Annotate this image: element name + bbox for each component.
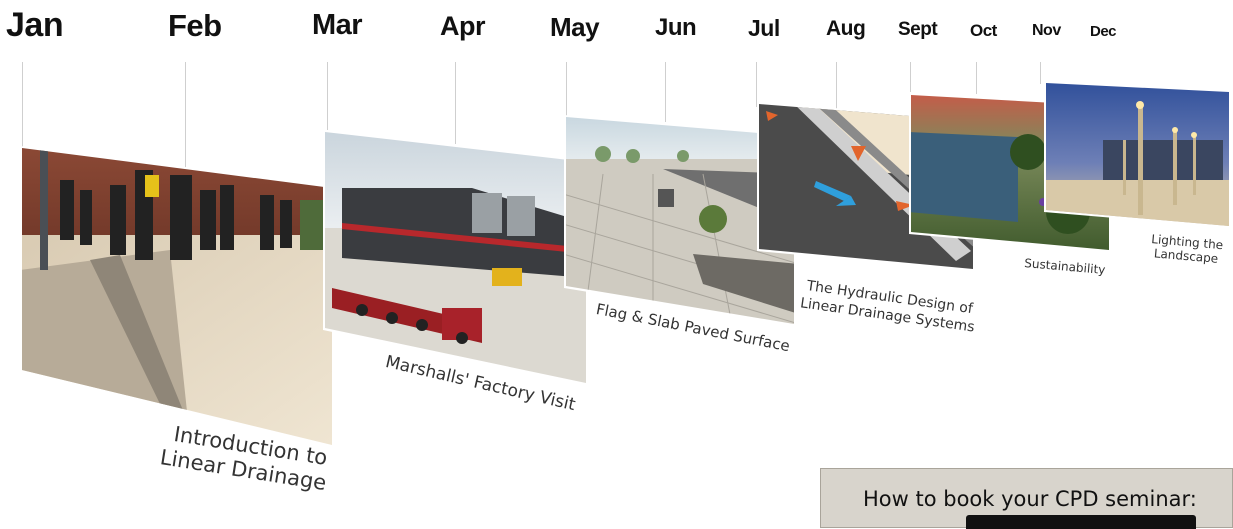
photo-lighting-landscape (1044, 81, 1231, 228)
month-oct: Oct (970, 21, 997, 40)
timeline-line (665, 62, 666, 122)
timeline-line (327, 62, 328, 130)
caption-sustainability: Sustainability (1023, 256, 1106, 278)
timeline-line (910, 62, 911, 92)
month-sept: Sept (898, 19, 938, 40)
caption-lighting: Lighting the Landscape (1150, 232, 1224, 266)
booking-box: How to book your CPD seminar: (820, 468, 1233, 529)
timeline-line (1040, 62, 1041, 84)
month-jul: Jul (748, 15, 780, 41)
photo-factory-visit (323, 130, 588, 385)
caption-hydraulic-design: The Hydraulic Design of Linear Drainage … (799, 277, 978, 337)
booking-title: How to book your CPD seminar: (863, 487, 1197, 511)
month-mar: Mar (312, 9, 363, 41)
timeline-line (976, 62, 977, 94)
photo-intro-linear-drainage (20, 146, 334, 447)
timeline-line (22, 62, 23, 152)
month-jun: Jun (655, 14, 697, 41)
booking-subtitle-cropped (966, 515, 1196, 529)
month-feb: Feb (168, 8, 222, 43)
month-dec: Dec (1090, 23, 1117, 40)
month-jan: Jan (6, 6, 64, 44)
month-aug: Aug (826, 17, 866, 40)
month-apr: Apr (440, 11, 486, 41)
month-may: May (550, 12, 600, 42)
timeline-line (566, 62, 567, 122)
month-nov: Nov (1032, 22, 1061, 39)
